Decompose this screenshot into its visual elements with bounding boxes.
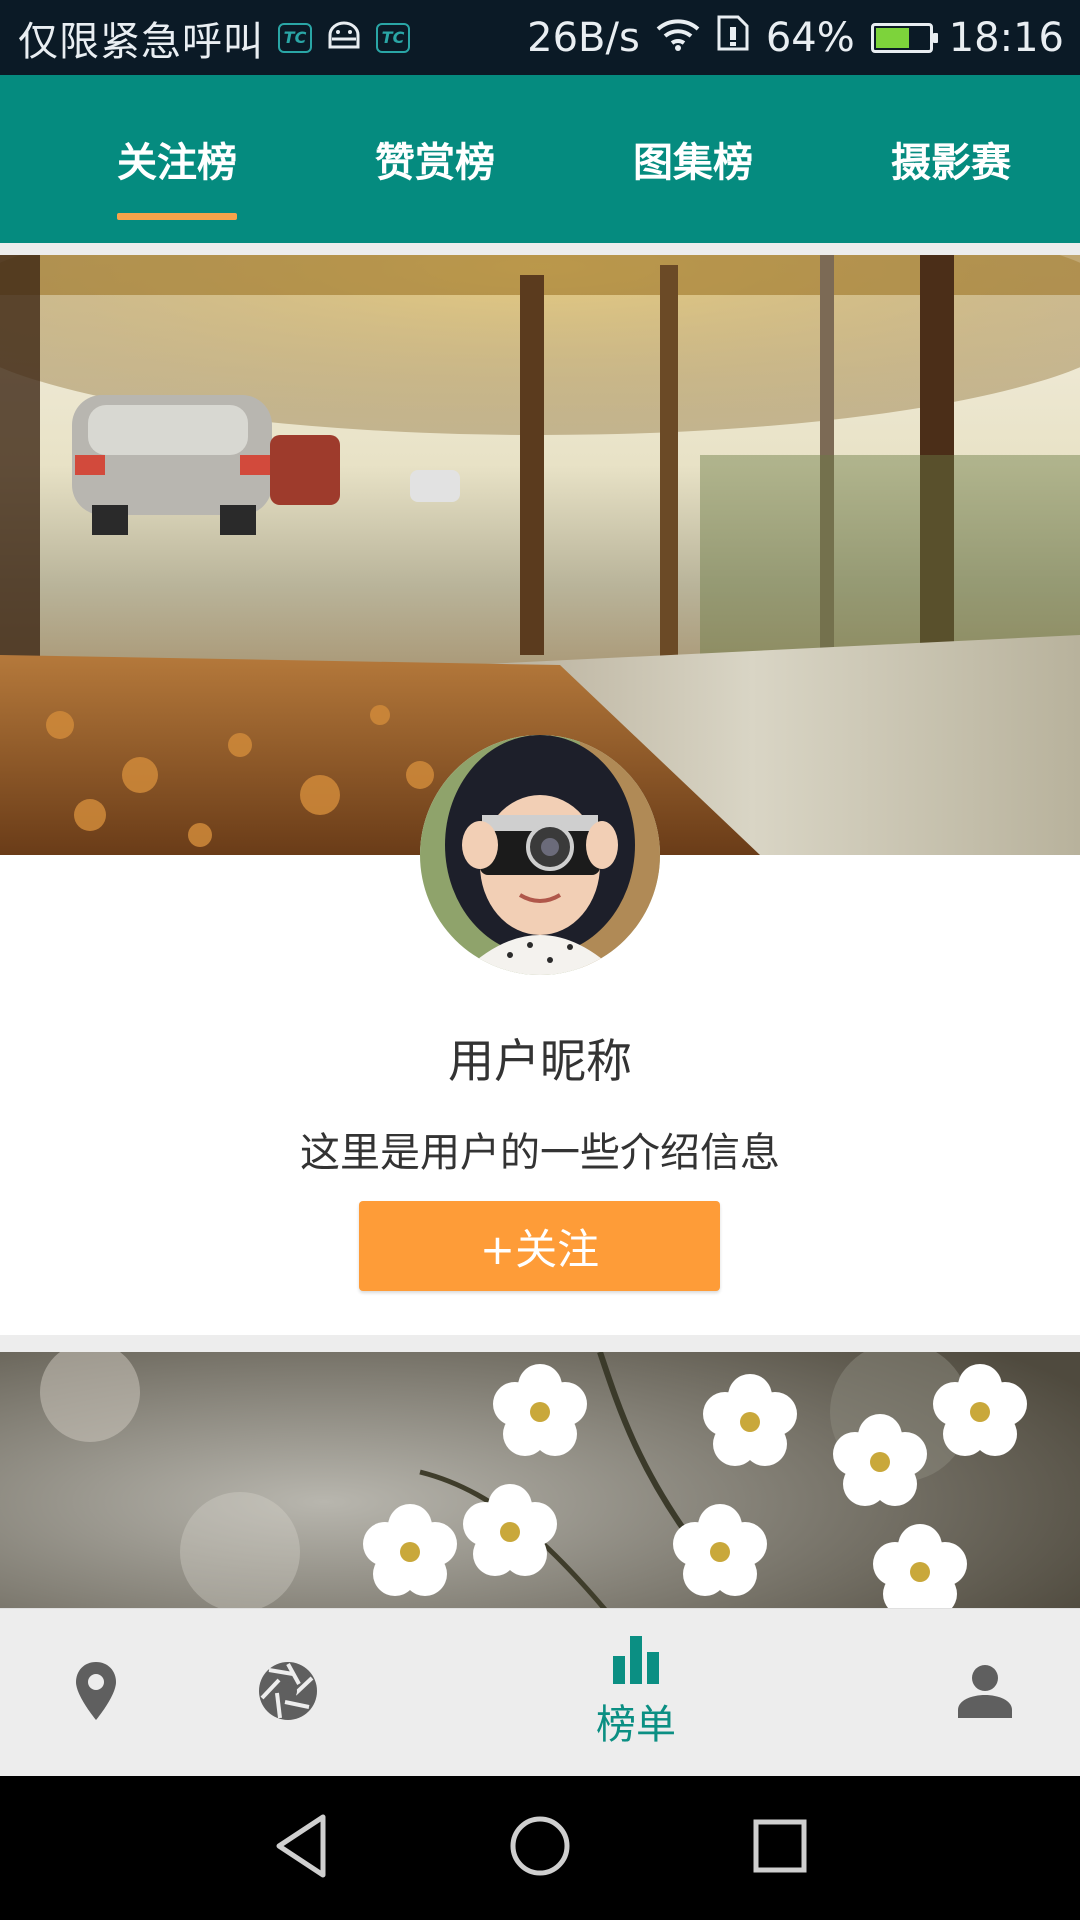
wifi-icon [656, 15, 700, 61]
net-speed: 26B/s [527, 14, 640, 61]
tab-selected-indicator [117, 213, 237, 220]
tab-reward-ranking[interactable]: 赞赏榜 [335, 75, 535, 243]
bottom-navigation: 榜单 [0, 1608, 1080, 1777]
tc-app-icon: TC [278, 22, 312, 53]
home-icon[interactable] [509, 1813, 571, 1883]
recents-icon[interactable] [752, 1813, 808, 1883]
nav-profile[interactable] [955, 1609, 1015, 1777]
tab-album-ranking[interactable]: 图集榜 [593, 75, 793, 243]
nav-location[interactable] [64, 1609, 128, 1777]
battery-percent: 64% [765, 14, 855, 61]
location-pin-icon [74, 1660, 118, 1726]
camera-aperture-icon [257, 1660, 319, 1726]
user-description: 这里是用户的一些介绍信息 [300, 1130, 780, 1176]
person-icon [958, 1664, 1012, 1722]
next-card-cover[interactable] [0, 1342, 1080, 1608]
battery-icon [870, 22, 938, 53]
avatar[interactable] [420, 735, 660, 975]
user-nickname: 用户昵称 [448, 1034, 632, 1088]
follow-button[interactable]: +关注 [359, 1201, 720, 1291]
android-icon [326, 15, 362, 61]
ranking-tab-bar: 关注榜 赞赏榜 图集榜 摄影赛 [0, 75, 1080, 243]
user-card: 用户昵称 这里是用户的一些介绍信息 +关注 [0, 255, 1080, 1335]
bar-chart-icon [611, 1636, 661, 1688]
clock: 18:16 [948, 14, 1064, 61]
sim-icon [716, 14, 750, 62]
ranking-feed[interactable]: 用户昵称 这里是用户的一些介绍信息 +关注 [0, 243, 1080, 1608]
carrier-text: 仅限紧急呼叫 [18, 18, 264, 65]
tc-app-icon-2: TC [376, 22, 410, 53]
system-navigation-bar [0, 1776, 1080, 1920]
nav-camera[interactable] [256, 1609, 320, 1777]
nav-ranking-label: 榜单 [596, 1702, 676, 1748]
back-icon[interactable] [273, 1813, 329, 1883]
status-bar: 仅限紧急呼叫 TC TC 26B/s 64% 18:16 [0, 0, 1080, 75]
nav-ranking[interactable]: 榜单 [586, 1609, 686, 1777]
flowers-cover-image [0, 1342, 1080, 1608]
tab-photo-contest[interactable]: 摄影赛 [851, 75, 1051, 243]
